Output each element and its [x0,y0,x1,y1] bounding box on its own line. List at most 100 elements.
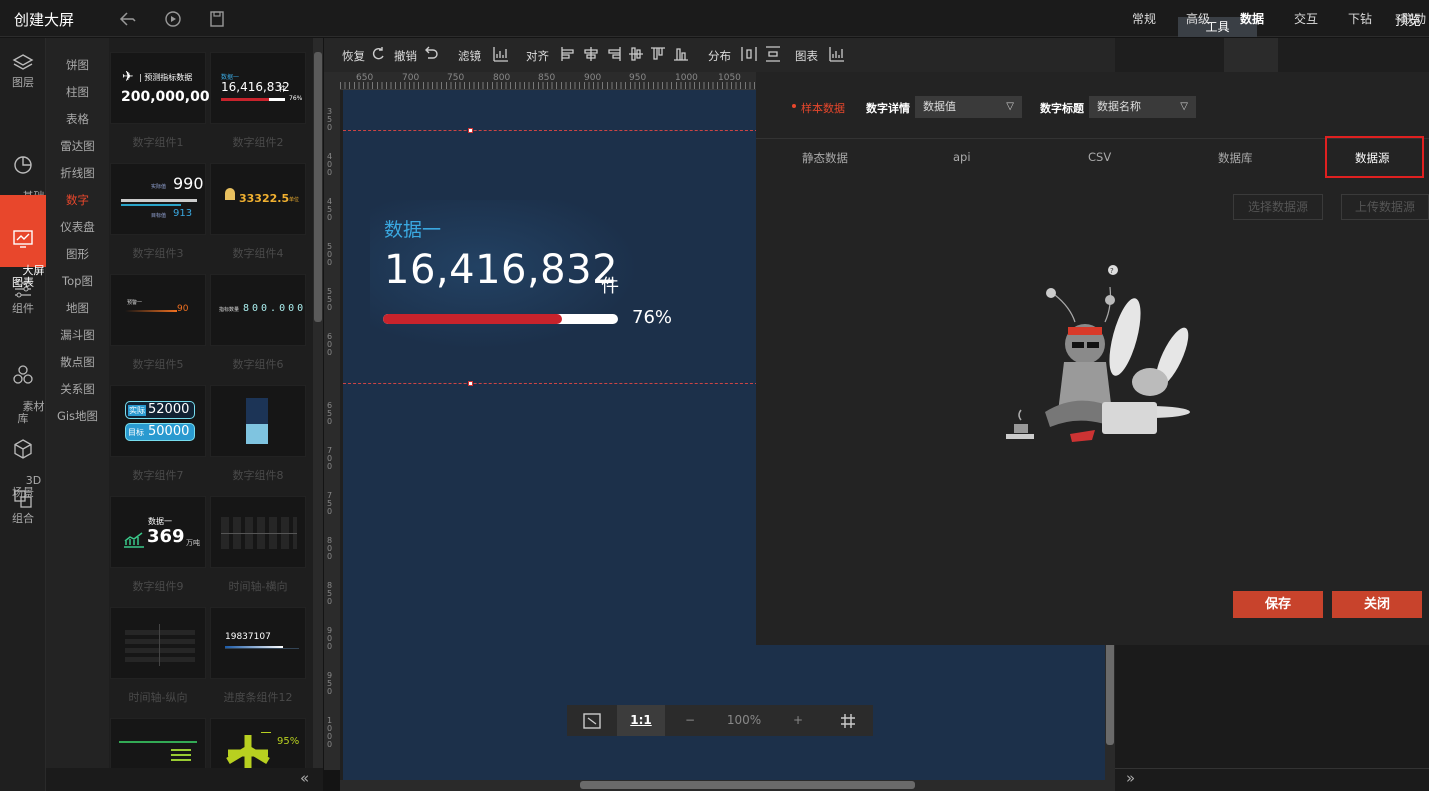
detail-select[interactable]: 数据值 ▽ [915,96,1022,118]
filter-button[interactable]: 滤镜 [458,48,481,64]
canvas-vscrollbar-thumb[interactable] [1106,640,1114,745]
tab-advanced[interactable]: 高级 [1186,10,1210,27]
back-icon[interactable] [118,9,138,29]
chart-button[interactable]: 图表 [795,48,818,64]
thumb-value: 200,000,000 [121,89,220,105]
category-item[interactable]: 关系图 [46,381,109,397]
grid-icon[interactable] [823,705,873,736]
thumb-label: 数字组件9 [132,580,184,593]
rail-item-components[interactable]: 组件 [0,278,46,315]
thumb-progress-14[interactable]: 95% [210,718,306,768]
thumb-number-3[interactable]: 实际值 990 目标值 913 [110,163,206,235]
collapse-left-icon[interactable]: « [300,769,309,787]
widget-title[interactable]: 数据一 [384,215,441,242]
canvas-hscrollbar-thumb[interactable] [580,781,915,789]
tab-general[interactable]: 常规 [1132,10,1156,27]
category-item[interactable]: 地图 [46,300,109,316]
category-item-active[interactable]: 数字 [46,192,109,208]
category-item[interactable]: 散点图 [46,354,109,370]
align-vcenter-icon[interactable] [628,46,644,65]
category-item[interactable]: 柱图 [46,84,109,100]
play-icon[interactable] [163,9,183,29]
zoom-out-button[interactable]: − [665,705,715,736]
chevron-down-icon: ▽ [1180,101,1188,112]
save-icon[interactable] [207,9,227,29]
thumbs-scrollbar-thumb[interactable] [314,52,322,322]
thumb-number-6[interactable]: 指标数量 800.000 [210,274,306,346]
expand-right-icon[interactable]: » [1126,769,1135,787]
thumb-progress-12[interactable]: 19837107 [210,607,306,679]
thumb-number-8[interactable] [210,385,306,457]
thumb-number-9[interactable]: 数据一 369 万吨 [110,496,206,568]
thumb-caption: | 预测指标数据 [139,73,193,82]
align-top-icon[interactable] [650,46,666,65]
category-item[interactable]: 折线图 [46,165,109,181]
sample-data-link[interactable]: 样本数据 [801,100,845,116]
undo-icon[interactable] [423,46,439,65]
thumb-timeline-vertical[interactable] [110,607,206,679]
ruler-number: 750 [327,491,333,516]
source-tab-static[interactable]: 静态数据 [802,150,848,166]
source-tab-api[interactable]: api [953,150,971,164]
source-tab-csv[interactable]: CSV [1088,150,1111,164]
rail-item-layers[interactable]: 图层 [0,52,46,89]
thumb-label: 进度条组件12 [223,691,293,704]
distribute-v-icon[interactable] [765,46,781,65]
ruler-number: 1000 [327,716,333,749]
redo-icon[interactable] [370,46,386,65]
source-tab-datasource[interactable]: 数据源 [1355,150,1390,166]
zoom-1-1-button[interactable]: 1:1 [617,705,665,736]
resize-handle-top[interactable] [468,128,473,133]
category-item[interactable]: Gis地图 [46,408,109,424]
chart-icon[interactable] [829,46,845,65]
tab-drilldown[interactable]: 下钻 [1348,10,1372,27]
distribute-h-icon[interactable] [741,46,757,65]
fit-screen-icon[interactable] [567,705,617,736]
category-item[interactable]: 仪表盘 [46,219,109,235]
thumb-progress-13[interactable] [110,718,206,768]
category-item[interactable]: 图形 [46,246,109,262]
title-select[interactable]: 数据名称 ▽ [1089,96,1196,118]
zoom-in-button[interactable]: + [773,705,823,736]
align-bottom-icon[interactable] [673,46,689,65]
thumb-number-5[interactable]: 预警一 90 [110,274,206,346]
rail-item-group[interactable]: 组合 [0,488,46,525]
upload-datasource-button[interactable]: 上传数据源 [1341,194,1429,220]
thumb-pct: 95% [277,736,300,747]
thumb-number-1[interactable]: ✈ | 预测指标数据 200,000,000 [110,52,219,124]
undo-button[interactable]: 撤销 [394,48,417,64]
save-button[interactable]: 保存 [1233,591,1323,618]
align-right-icon[interactable] [606,46,622,65]
resize-handle-bottom[interactable] [468,381,473,386]
thumb-number-4[interactable]: 33322.5 单位 [210,163,306,235]
align-center-icon[interactable] [583,46,599,65]
thumb-bar-track [225,648,299,649]
tab-data[interactable]: 数据 [1240,10,1264,27]
align-button[interactable]: 对齐 [526,48,549,64]
align-left-icon[interactable] [560,46,576,65]
category-item[interactable]: 饼图 [46,57,109,73]
category-item[interactable]: 漏斗图 [46,327,109,343]
restore-button[interactable]: 恢复 [342,48,365,64]
source-tab-database[interactable]: 数据库 [1218,150,1253,166]
choose-datasource-button[interactable]: 选择数据源 [1233,194,1323,220]
filter-chart-icon[interactable] [493,46,509,65]
tab-linkage[interactable]: 联动 [1402,10,1426,27]
thumb-bar [121,204,181,206]
thumb-number-7[interactable]: 实际 52000 目标 50000 [110,385,206,457]
category-item[interactable]: 表格 [46,111,109,127]
category-item[interactable]: Top图 [46,273,109,289]
plane-icon: ✈ [122,69,134,85]
close-button[interactable]: 关闭 [1332,591,1422,618]
rail-label: 组合 [12,512,34,525]
thumb-timeline-axis [159,624,160,666]
ruler-number: 850 [538,73,556,83]
thumb-number-2[interactable]: 数据一 16,416,832 件 76% [210,52,306,124]
tab-interaction[interactable]: 交互 [1294,10,1318,27]
thumb-tank-fill [246,424,268,444]
category-item[interactable]: 雷达图 [46,138,109,154]
distribute-button[interactable]: 分布 [708,48,731,64]
rail-item-screen-charts[interactable]: 大屏 图表 [0,195,46,289]
widget-value[interactable]: 16,416,832 [384,247,618,293]
thumb-timeline-horizontal[interactable] [210,496,306,568]
